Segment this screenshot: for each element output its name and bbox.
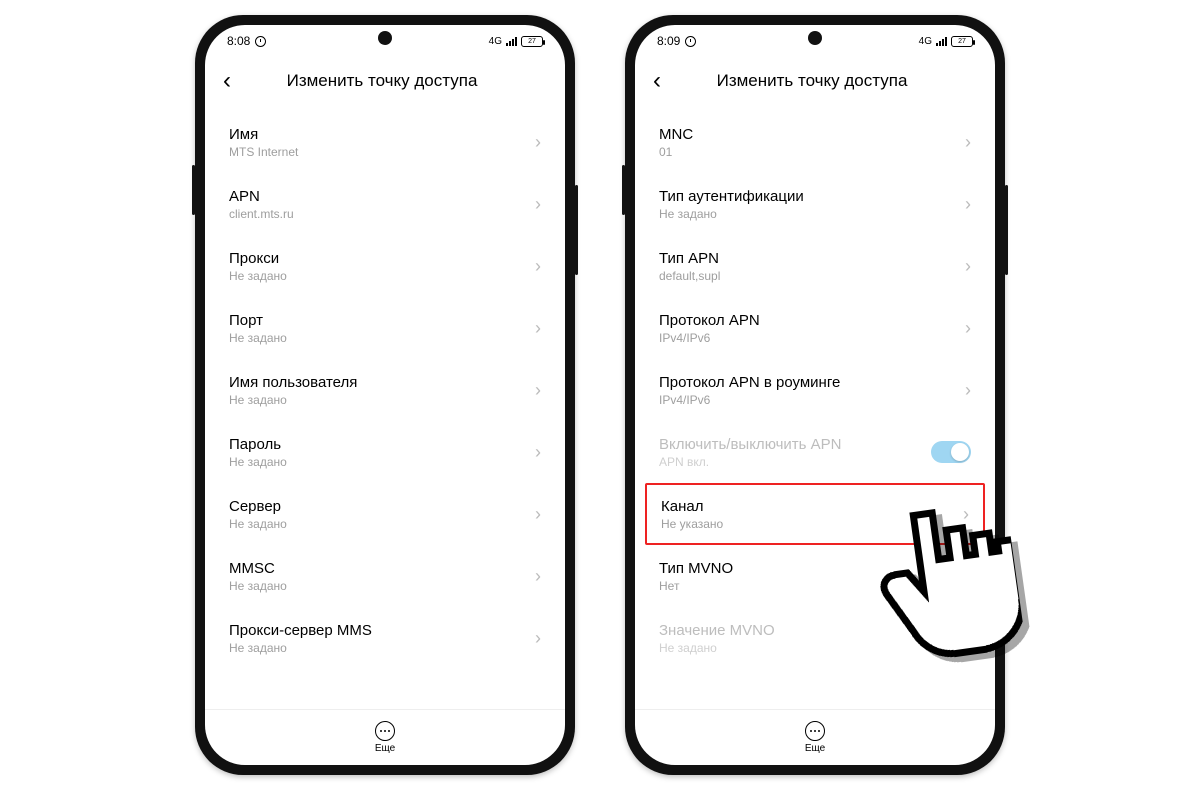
more-label: Еще [805,743,825,754]
signal-icon [506,37,517,46]
camera-notch [378,31,392,45]
more-icon[interactable] [805,721,825,741]
chevron-right-icon: › [965,194,971,215]
alarm-icon [255,36,266,47]
more-label: Еще [375,743,395,754]
chevron-right-icon: › [965,380,971,401]
chevron-right-icon: › [535,504,541,525]
row-password[interactable]: ПарольНе задано › [209,421,561,483]
battery-icon: 27 [521,36,543,47]
row-server[interactable]: СерверНе задано › [209,483,561,545]
phone-left: 8:08 4G 27 ‹ Изменить точку доступа ИмяM… [195,15,575,775]
header: ‹ Изменить точку доступа [205,57,565,111]
alarm-icon [685,36,696,47]
settings-list[interactable]: ИмяMTS Internet › APNclient.mts.ru › Про… [205,111,565,709]
row-apn[interactable]: APNclient.mts.ru › [209,173,561,235]
phone-right: 8:09 4G 27 ‹ Изменить точку доступа MNC0… [625,15,1005,775]
row-mms-proxy[interactable]: Прокси-сервер MMSНе задано › [209,607,561,669]
status-time: 8:09 [657,34,680,48]
network-label: 4G [919,36,932,47]
row-apn-type[interactable]: Тип APNdefault,supl › [639,235,991,297]
row-auth-type[interactable]: Тип аутентификацииНе задано › [639,173,991,235]
screen: 8:08 4G 27 ‹ Изменить точку доступа ИмяM… [205,25,565,765]
screen: 8:09 4G 27 ‹ Изменить точку доступа MNC0… [635,25,995,765]
row-apn-enable[interactable]: Включить/выключить APNAPN вкл. [639,421,991,483]
chevron-right-icon: › [535,380,541,401]
row-mvno-value: Значение MVNOНе задано › [639,607,991,669]
chevron-right-icon: › [535,132,541,153]
bottom-bar: Еще [205,709,565,765]
row-username[interactable]: Имя пользователяНе задано › [209,359,561,421]
row-apn-roaming-protocol[interactable]: Протокол APN в роумингеIPv4/IPv6 › [639,359,991,421]
chevron-right-icon: › [535,318,541,339]
row-apn-protocol[interactable]: Протокол APNIPv4/IPv6 › [639,297,991,359]
page-title: Изменить точку доступа [217,71,547,91]
camera-notch [808,31,822,45]
row-proxy[interactable]: ПроксиНе задано › [209,235,561,297]
network-label: 4G [489,36,502,47]
status-time: 8:08 [227,34,250,48]
chevron-right-icon: › [535,566,541,587]
page-title: Изменить точку доступа [647,71,977,91]
chevron-right-icon: › [965,566,971,587]
row-port[interactable]: ПортНе задано › [209,297,561,359]
settings-list[interactable]: MNC01 › Тип аутентификацииНе задано › Ти… [635,111,995,709]
toggle-switch[interactable] [931,441,971,463]
row-name[interactable]: ИмяMTS Internet › [209,111,561,173]
chevron-right-icon: › [535,256,541,277]
row-mnc[interactable]: MNC01 › [639,111,991,173]
more-icon[interactable] [375,721,395,741]
chevron-right-icon: › [535,442,541,463]
battery-icon: 27 [951,36,973,47]
row-bearer[interactable]: КаналНе указано › [645,483,985,545]
chevron-right-icon: › [965,628,971,649]
chevron-right-icon: › [965,256,971,277]
chevron-right-icon: › [535,628,541,649]
row-mmsc[interactable]: MMSCНе задано › [209,545,561,607]
bottom-bar: Еще [635,709,995,765]
chevron-right-icon: › [965,318,971,339]
signal-icon [936,37,947,46]
chevron-right-icon: › [965,132,971,153]
row-mvno-type[interactable]: Тип MVNOНет › [639,545,991,607]
header: ‹ Изменить точку доступа [635,57,995,111]
chevron-right-icon: › [535,194,541,215]
chevron-right-icon: › [963,504,969,525]
